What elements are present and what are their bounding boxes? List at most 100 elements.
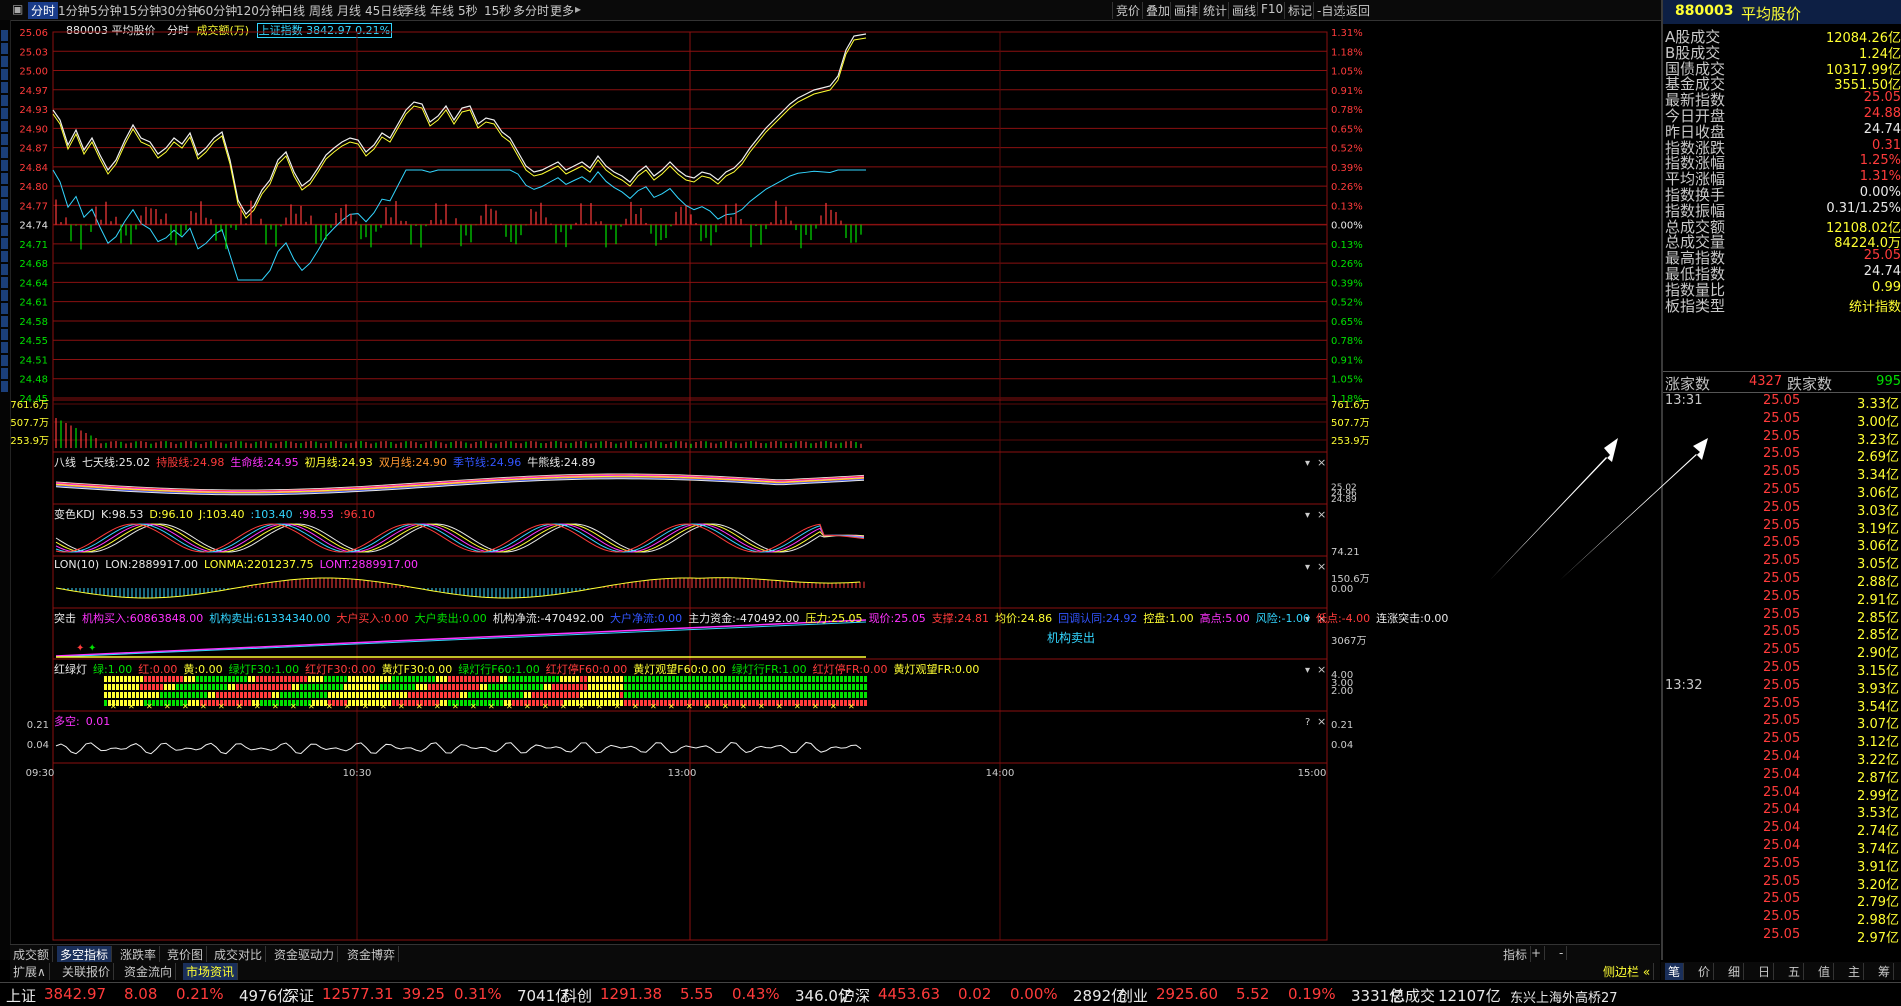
side-tab-7[interactable]: 筹 — [1875, 963, 1895, 980]
tick-price: 25.05 — [1763, 855, 1801, 871]
indicator-tab-5[interactable]: 资金驱动力 — [271, 946, 339, 963]
period-tab-15[interactable]: 多分时 — [513, 2, 549, 19]
toolbar-button-6[interactable]: 标记 — [1284, 2, 1312, 19]
toolbar-button-0[interactable]: 竞价 — [1112, 2, 1140, 19]
price-tick-left: 25.03 — [19, 47, 48, 58]
indicator-value: 机构买入:60863848.00 — [82, 612, 204, 625]
period-tab-12[interactable]: 年线 — [430, 2, 454, 19]
toolbar-button-5[interactable]: F10 — [1257, 2, 1283, 16]
extension-tab-0[interactable]: 扩展∧ — [10, 963, 50, 980]
period-tab-13[interactable]: 5秒 — [458, 2, 478, 19]
tick-price: 25.04 — [1763, 749, 1801, 764]
tick-price: 25.05 — [1763, 393, 1801, 408]
volume-tick-right: 253.9万 — [1331, 436, 1370, 447]
side-tab-0[interactable]: 笔 — [1665, 963, 1685, 980]
side-tab-6[interactable]: 主 — [1845, 963, 1865, 980]
toolbar-button-2[interactable]: 画排 — [1170, 2, 1198, 19]
indicator-tab-control-1[interactable]: + — [1528, 946, 1546, 960]
side-tab-2[interactable]: 细 — [1725, 963, 1745, 980]
bagua-lines — [55, 473, 865, 496]
period-tab-8[interactable]: 周线 — [309, 2, 333, 19]
index-pct: 0.43% — [732, 985, 780, 1003]
pct-tick-right: 1.18% — [1331, 47, 1363, 58]
svg-text:✕: ✕ — [650, 702, 657, 711]
index-name[interactable]: 科创 — [562, 985, 592, 1006]
toolbar-button-3[interactable]: 统计 — [1199, 2, 1227, 19]
intraday-chart[interactable]: 25.06 1.31% 25.03 1.18% 25.00 1.05% 24.97 0.91%… — [0, 20, 1661, 944]
price-tick-left: 24.87 — [19, 144, 48, 155]
toolbar-button-4[interactable]: 画线 — [1228, 2, 1256, 19]
index-name[interactable]: 上证 — [6, 985, 36, 1006]
svg-text:✕: ✕ — [596, 702, 603, 711]
period-tab-10[interactable]: 45日线 — [365, 2, 404, 19]
svg-text:✕: ✕ — [236, 702, 243, 711]
period-tab-9[interactable]: 月线 — [337, 2, 361, 19]
stat-value: 0.00% — [1859, 185, 1901, 200]
indicator-tab-2[interactable]: 涨跌率 — [117, 946, 161, 963]
pct-tick-right: 0.26% — [1331, 259, 1363, 270]
price-line — [52, 33, 867, 215]
tick-price: 25.04 — [1763, 838, 1801, 853]
period-tab-5[interactable]: 60分钟 — [198, 2, 237, 19]
period-tab-0[interactable]: 分时 — [28, 2, 59, 19]
indicator-tab-1[interactable]: 多空指标 — [57, 946, 113, 963]
stat-value: 24.74 — [1863, 264, 1901, 279]
arrow-down-count — [1560, 438, 1708, 580]
pct-tick-right: 0.91% — [1331, 355, 1363, 366]
period-tab-14[interactable]: 15秒 — [484, 2, 511, 19]
extension-tab-1[interactable]: 关联报价 — [59, 963, 115, 980]
news-ticker[interactable]: 东兴上海外高桥27 — [1510, 987, 1618, 1006]
panel-dropdown-icon: ▾ — [1305, 510, 1310, 521]
period-tab-3[interactable]: 15分钟 — [122, 2, 161, 19]
period-tab-4[interactable]: 30分钟 — [160, 2, 199, 19]
indicator-tab-4[interactable]: 成交对比 — [211, 946, 267, 963]
extension-tab-2[interactable]: 资金流向 — [121, 963, 177, 980]
index-name[interactable]: 深证 — [284, 985, 314, 1006]
period-tab-6[interactable]: 120分钟 — [236, 2, 283, 19]
tick-amount: 3.53亿 — [1857, 806, 1899, 822]
more-chevron-icon[interactable]: ▸ — [575, 2, 581, 16]
svg-text:✕: ✕ — [434, 702, 441, 711]
extension-tab-3[interactable]: 市场资讯 — [183, 963, 239, 980]
side-name: 平均股价 — [1741, 5, 1802, 23]
indicator-value: 控盘:1.00 — [1143, 612, 1194, 625]
tick-amount: 3.74亿 — [1857, 842, 1899, 857]
toolbar-button-8[interactable]: 返回 — [1342, 2, 1370, 19]
indicator-tab-0[interactable]: 成交额 — [10, 946, 54, 963]
indicator-tab-control-2[interactable]: - — [1556, 946, 1568, 960]
tick-price: 25.05 — [1763, 446, 1801, 462]
toolbar-button-7[interactable]: -自选 — [1313, 2, 1345, 19]
tick-price: 25.05 — [1763, 499, 1801, 515]
side-tab-3[interactable]: 日 — [1755, 963, 1775, 980]
tick-amount: 3.33亿 — [1857, 397, 1899, 412]
side-tab-5[interactable]: 值 — [1815, 963, 1835, 980]
period-tab-7[interactable]: 日线 — [281, 2, 305, 19]
sidebar-toggle-button[interactable]: 侧边栏 « — [1600, 963, 1655, 980]
indicator-tab-control-0[interactable]: 指标 — [1500, 946, 1532, 963]
indicator-tab-6[interactable]: 资金博弈 — [344, 946, 400, 963]
period-tab-2[interactable]: 5分钟 — [90, 2, 122, 19]
tick-price: 25.05 — [1763, 624, 1801, 640]
index-name[interactable]: 创业 — [1118, 985, 1148, 1006]
tuji-axis-tick: 3067万 — [1331, 636, 1366, 647]
volume-tick-right: 507.7万 — [1331, 418, 1370, 429]
panel-dropdown-icon: ? — [1305, 717, 1310, 728]
period-tab-1[interactable]: 1分钟 — [58, 2, 90, 19]
indicator-tab-3[interactable]: 竞价图 — [164, 946, 208, 963]
tick-price: 25.04 — [1763, 802, 1801, 818]
toolbar-button-1[interactable]: 叠加 — [1142, 2, 1170, 19]
side-tab-1[interactable]: 价 — [1695, 963, 1715, 980]
period-tab-11[interactable]: 季线 — [402, 2, 426, 19]
index-name[interactable]: 沪深 — [840, 985, 870, 1006]
tick-time: 13:32 — [1665, 677, 1703, 693]
svg-text:✕: ✕ — [200, 702, 207, 711]
price-tick-left: 24.51 — [19, 355, 48, 366]
side-tab-4[interactable]: 五 — [1785, 963, 1805, 980]
annotation-arrows — [1490, 438, 1708, 580]
institution-sell-annotation: 机构卖出 — [1047, 631, 1096, 645]
period-tab-16[interactable]: 更多 — [550, 2, 574, 19]
svg-text:✕: ✕ — [254, 702, 261, 711]
svg-text:✕: ✕ — [218, 702, 225, 711]
window-icon[interactable]: ▣ — [12, 2, 23, 16]
svg-text:✕: ✕ — [344, 702, 351, 711]
